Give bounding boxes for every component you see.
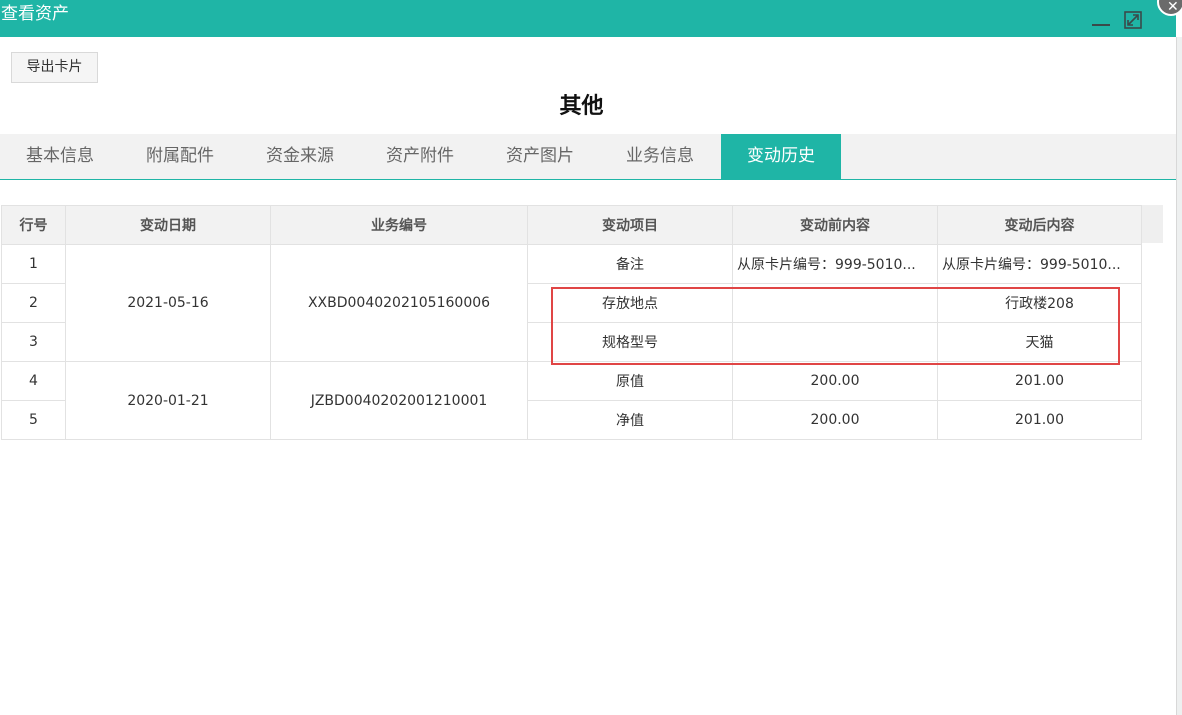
- table-row[interactable]: 4 2020-01-21 JZBD0040202001210001 原值 200…: [1, 361, 1142, 440]
- after-content-cell: 201.00: [937, 361, 1142, 401]
- change-item-cell: 规格型号: [527, 322, 733, 362]
- change-item-cell: 净值: [527, 400, 733, 440]
- table-row[interactable]: 1 2021-05-16 XXBD0040202105160006 备注 从原卡…: [1, 244, 1142, 362]
- after-content-cell: 从原卡片编号：999-5010...: [937, 244, 1142, 284]
- grid-header-filler: [1142, 205, 1163, 243]
- row-number: 1: [1, 244, 66, 284]
- window-scrollbar[interactable]: [1176, 37, 1182, 715]
- tab-asset-attachments[interactable]: 资产附件: [360, 134, 480, 179]
- row-number: 3: [1, 322, 66, 362]
- row-number: 2: [1, 283, 66, 323]
- tab-change-history[interactable]: 变动历史: [721, 134, 841, 179]
- tab-accessories[interactable]: 附属配件: [120, 134, 240, 179]
- before-content-cell: 200.00: [732, 400, 938, 440]
- col-header-change-item[interactable]: 变动项目: [527, 205, 733, 245]
- before-content-cell: 从原卡片编号：999-5010...: [732, 244, 938, 284]
- row-number: 4: [1, 361, 66, 401]
- after-content-cell: 201.00: [937, 400, 1142, 440]
- col-header-after[interactable]: 变动后内容: [937, 205, 1142, 245]
- tab-business-info[interactable]: 业务信息: [600, 134, 720, 179]
- after-content-cell: 天猫: [937, 322, 1142, 362]
- tab-asset-images[interactable]: 资产图片: [480, 134, 600, 179]
- after-content-cell: 行政楼208: [937, 283, 1142, 323]
- business-no-cell: XXBD0040202105160006: [270, 244, 528, 362]
- export-card-button[interactable]: 导出卡片: [11, 52, 98, 83]
- row-number: 5: [1, 400, 66, 440]
- window-title: 查看资产: [1, 4, 69, 24]
- change-date-cell: 2021-05-16: [65, 244, 271, 362]
- change-item-cell: 原值: [527, 361, 733, 401]
- before-content-cell: [732, 322, 938, 362]
- page-title: 其他: [559, 94, 604, 119]
- change-date-cell: 2020-01-21: [65, 361, 271, 440]
- close-glyph: ✕: [1167, 0, 1179, 15]
- tab-basic-info[interactable]: 基本信息: [0, 134, 120, 179]
- col-header-business-no[interactable]: 业务编号: [270, 205, 528, 245]
- col-header-row-no[interactable]: 行号: [1, 205, 66, 245]
- window-titlebar: 查看资产: [0, 0, 1176, 37]
- tab-bar: 基本信息 附属配件 资金来源 资产附件 资产图片 业务信息 变动历史: [0, 134, 1176, 180]
- before-content-cell: [732, 283, 938, 323]
- col-header-before[interactable]: 变动前内容: [732, 205, 938, 245]
- maximize-icon[interactable]: [1124, 11, 1142, 29]
- table-header-row: 行号 变动日期 业务编号 变动项目 变动前内容 变动后内容: [1, 205, 1142, 245]
- business-no-cell: JZBD0040202001210001: [270, 361, 528, 440]
- minimize-icon[interactable]: [1091, 14, 1111, 26]
- change-history-table: 行号 变动日期 业务编号 变动项目 变动前内容 变动后内容 1 2021-05-…: [1, 205, 1142, 440]
- before-content-cell: 200.00: [732, 361, 938, 401]
- col-header-change-date[interactable]: 变动日期: [65, 205, 271, 245]
- change-item-cell: 备注: [527, 244, 733, 284]
- tab-funding-source[interactable]: 资金来源: [240, 134, 360, 179]
- change-item-cell: 存放地点: [527, 283, 733, 323]
